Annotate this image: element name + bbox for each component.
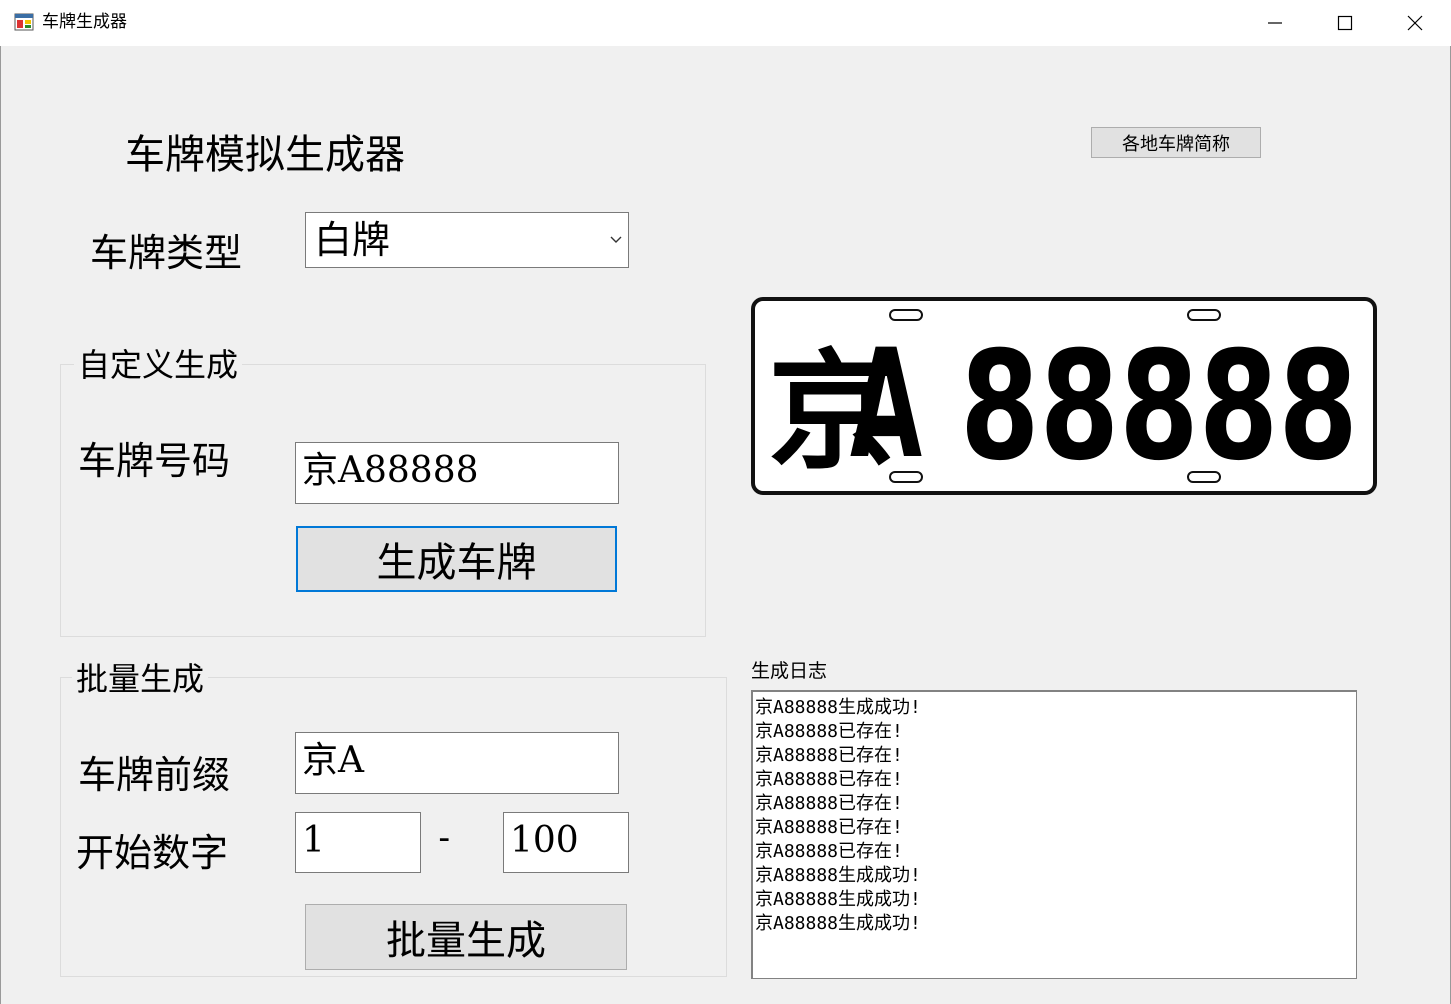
minimize-button[interactable] [1240,0,1310,46]
plate-number-input[interactable]: 京A88888 [295,442,619,504]
log-line: 京A88888生成成功! [755,697,921,718]
log-line: 京A88888生成成功! [755,913,921,934]
chevron-down-icon [610,236,622,243]
log-line: 京A88888已存在! [755,769,903,790]
log-line: 京A88888生成成功! [755,865,921,886]
log-line: 京A88888已存在! [755,745,903,766]
maximize-icon [1337,15,1353,31]
maximize-button[interactable] [1310,0,1380,46]
batch-generate-button[interactable]: 批量生成 [305,904,627,970]
batch-group-title: 批量生成 [72,654,209,700]
log-line: 京A88888生成成功! [755,889,921,910]
plate-type-value: 白牌 [314,218,391,262]
plate-type-select[interactable]: 白牌 [305,212,629,268]
generate-plate-button[interactable]: 生成车牌 [296,526,617,592]
close-icon [1407,15,1423,31]
page-title: 车牌模拟生成器 [125,132,405,178]
plate-abbrev-button[interactable]: 各地车牌简称 [1091,127,1261,158]
log-textbox[interactable]: 京A88888生成成功! 京A88888已存在! 京A88888已存在! 京A8888… [751,690,1357,979]
log-lines: 京A88888生成成功! 京A88888已存在! 京A88888已存在! 京A8888… [755,696,1354,936]
minimize-icon [1268,22,1282,24]
end-number-input[interactable]: 100 [503,812,629,873]
start-number-input[interactable]: 1 [295,812,421,873]
range-dash: - [434,818,455,858]
close-button[interactable] [1380,0,1450,46]
plate-digits: 88888 [960,320,1358,494]
window-title: 车牌生成器 [42,12,127,32]
plate-number-label: 车牌号码 [78,439,231,483]
plate-prefix-input[interactable]: 京A [295,732,619,794]
plate-preview: 京 A 88888 [751,297,1377,495]
plate-prefix-label: 车牌前缀 [78,753,231,797]
app-form-icon [14,13,34,31]
custom-group-title: 自定义生成 [74,340,243,386]
log-title: 生成日志 [751,660,828,682]
plate-letter-char: A [850,318,922,492]
title-bar: 车牌生成器 [0,0,1451,46]
log-line: 京A88888已存在! [755,841,903,862]
plate-type-label: 车牌类型 [90,231,243,275]
log-line: 京A88888已存在! [755,817,903,838]
log-line: 京A88888已存在! [755,721,903,742]
log-line: 京A88888已存在! [755,793,903,814]
start-number-label: 开始数字 [76,831,229,875]
